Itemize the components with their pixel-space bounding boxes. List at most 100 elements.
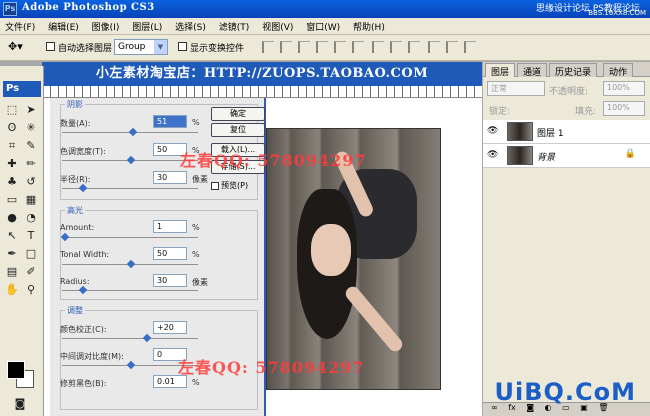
chevron-down-icon: ▼: [154, 40, 167, 54]
menu-help[interactable]: 帮助(H): [348, 18, 390, 35]
shape-icon[interactable]: □: [23, 246, 39, 262]
photoshop-app-icon: Ps: [3, 2, 17, 16]
eye-icon[interactable]: 👁: [487, 150, 498, 160]
blend-row: 正常 不透明度: 100%: [483, 80, 650, 98]
shadows-title: 阴影: [65, 99, 85, 110]
opacity-label: 不透明度:: [549, 87, 589, 97]
highlights-amount-slider[interactable]: [60, 232, 198, 242]
shadows-amount-input[interactable]: 51: [153, 115, 187, 128]
highlights-radius-label: Radius:: [60, 277, 90, 286]
distribute-left-icon[interactable]: [428, 41, 440, 53]
gradient-icon[interactable]: ▦: [23, 192, 39, 208]
align-right-icon[interactable]: [352, 41, 364, 53]
window-title: Adobe Photoshop CS3: [22, 2, 155, 13]
align-center-icon[interactable]: [334, 41, 346, 53]
horizontal-ruler: [42, 86, 482, 98]
shadows-radius-slider[interactable]: [62, 183, 198, 193]
tab-layers[interactable]: 图层: [485, 63, 516, 78]
midtone-contrast-label: 中间调对比度(M):: [60, 352, 124, 361]
distribute-middle-icon[interactable]: [390, 41, 402, 53]
dodge-icon[interactable]: ◔: [23, 210, 39, 226]
menu-layer[interactable]: 图层(L): [127, 18, 167, 35]
auto-select-dropdown[interactable]: Group ▼: [114, 39, 168, 55]
photo-arm: [342, 283, 406, 355]
menu-filter[interactable]: 滤镜(T): [214, 18, 255, 35]
menu-image[interactable]: 图像(I): [87, 18, 125, 35]
distribute-right-icon[interactable]: [464, 41, 476, 53]
menu-select[interactable]: 选择(S): [170, 18, 211, 35]
color-correction-input[interactable]: +20: [153, 321, 187, 334]
qq-watermark: 左春QQ: 578094297: [180, 151, 367, 170]
ok-button[interactable]: 确定: [211, 107, 265, 121]
fill-input[interactable]: 100%: [603, 101, 645, 116]
distribute-bottom-icon[interactable]: [408, 41, 420, 53]
opacity-input[interactable]: 100%: [603, 81, 645, 96]
align-bottom-icon[interactable]: [298, 41, 310, 53]
distribute-top-icon[interactable]: [372, 41, 384, 53]
crop-icon[interactable]: ⌗: [4, 138, 20, 154]
history-brush-icon[interactable]: ↺: [23, 174, 39, 190]
tab-history[interactable]: 历史记录: [549, 63, 598, 78]
lasso-icon[interactable]: ʘ: [4, 120, 20, 136]
blur-icon[interactable]: ●: [4, 210, 20, 226]
distribute-center-icon[interactable]: [446, 41, 458, 53]
eye-icon[interactable]: 👁: [487, 126, 498, 136]
blend-mode-select[interactable]: 正常: [487, 81, 545, 96]
options-bar: ✥▾ 自动选择图层 Group ▼ 显示变换控件: [0, 35, 650, 61]
checkbox-box[interactable]: [211, 181, 219, 190]
lock-icon: 🔒: [624, 149, 636, 159]
align-top-icon[interactable]: [262, 41, 274, 53]
highlights-amount-input[interactable]: 1: [153, 220, 187, 233]
shadows-amount-label: 数量(A):: [60, 119, 91, 128]
align-middle-icon[interactable]: [280, 41, 292, 53]
foreground-color-swatch[interactable]: [7, 361, 25, 379]
menu-view[interactable]: 视图(V): [257, 18, 298, 35]
notes-icon[interactable]: ▤: [4, 264, 20, 280]
layer-name: 图层 1: [537, 129, 564, 139]
layer-name: 背景: [537, 153, 556, 163]
shop-banner: 小左素材淘宝店：HTTP://ZUOPS.TAOBAO.COM: [42, 62, 482, 86]
align-left-icon[interactable]: [316, 41, 328, 53]
healing-icon[interactable]: ✚: [4, 156, 20, 172]
highlights-tonal-input[interactable]: 50: [153, 247, 187, 260]
highlights-radius-input[interactable]: 30: [153, 274, 187, 287]
layer-row[interactable]: 👁 背景 🔒: [483, 144, 650, 168]
magic-wand-icon[interactable]: ✳: [23, 120, 39, 136]
menu-edit[interactable]: 编辑(E): [43, 18, 84, 35]
tab-actions[interactable]: 动作: [603, 63, 634, 78]
highlights-radius-slider[interactable]: [62, 285, 198, 295]
shadows-amount-slider[interactable]: [62, 127, 198, 137]
stamp-icon[interactable]: ♣: [4, 174, 20, 190]
unit-percent: %: [192, 378, 200, 387]
eyedropper-icon[interactable]: ✐: [23, 264, 39, 280]
auto-select-checkbox[interactable]: [46, 42, 55, 51]
shadows-tonal-slider[interactable]: [62, 155, 198, 165]
highlights-tonal-slider[interactable]: [62, 259, 198, 269]
highlights-title: 高光: [65, 205, 85, 216]
shadows-radius-input[interactable]: 30: [153, 171, 187, 184]
show-transform-label: 显示变换控件: [190, 44, 245, 54]
reset-button[interactable]: 复位: [211, 123, 265, 137]
eraser-icon[interactable]: ▭: [4, 192, 20, 208]
type-icon[interactable]: T: [23, 228, 39, 244]
hand-icon[interactable]: ✋: [4, 282, 20, 298]
brush-icon[interactable]: ✏: [23, 156, 39, 172]
preview-checkbox[interactable]: 预览(P): [211, 180, 248, 191]
move-tool-icon[interactable]: ➤: [23, 102, 39, 118]
zoom-icon[interactable]: ⚲: [23, 282, 39, 298]
slice-icon[interactable]: ✎: [23, 138, 39, 154]
quick-mask-icon[interactable]: ◙: [12, 396, 28, 412]
marquee-icon[interactable]: ⬚: [4, 102, 20, 118]
menu-bar: 文件(F) 编辑(E) 图像(I) 图层(L) 选择(S) 滤镜(T) 视图(V…: [0, 18, 650, 35]
layer-row[interactable]: 👁 图层 1: [483, 120, 650, 144]
pen-icon[interactable]: ✒: [4, 246, 20, 262]
show-transform-checkbox[interactable]: [178, 42, 187, 51]
highlights-amount-label: Amount:: [60, 223, 95, 232]
path-select-icon[interactable]: ↖: [4, 228, 20, 244]
move-icon[interactable]: ✥▾: [8, 40, 23, 53]
shadows-tonal-label: 色调宽度(T):: [60, 147, 106, 156]
tab-channels[interactable]: 通道: [517, 63, 548, 78]
color-correction-slider[interactable]: [62, 333, 198, 343]
menu-file[interactable]: 文件(F): [0, 18, 40, 35]
menu-window[interactable]: 窗口(W): [301, 18, 345, 35]
